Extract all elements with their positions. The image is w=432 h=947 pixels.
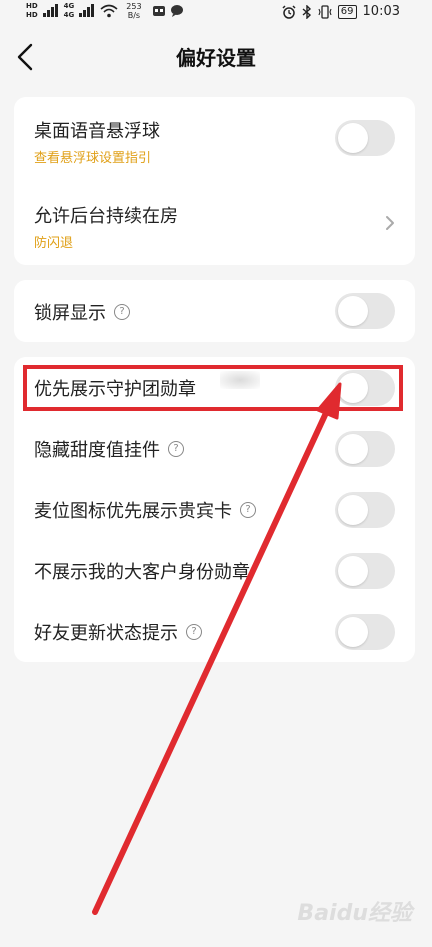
annotation-arrow: [92, 382, 342, 915]
watermark: Baidu经验: [297, 901, 412, 926]
